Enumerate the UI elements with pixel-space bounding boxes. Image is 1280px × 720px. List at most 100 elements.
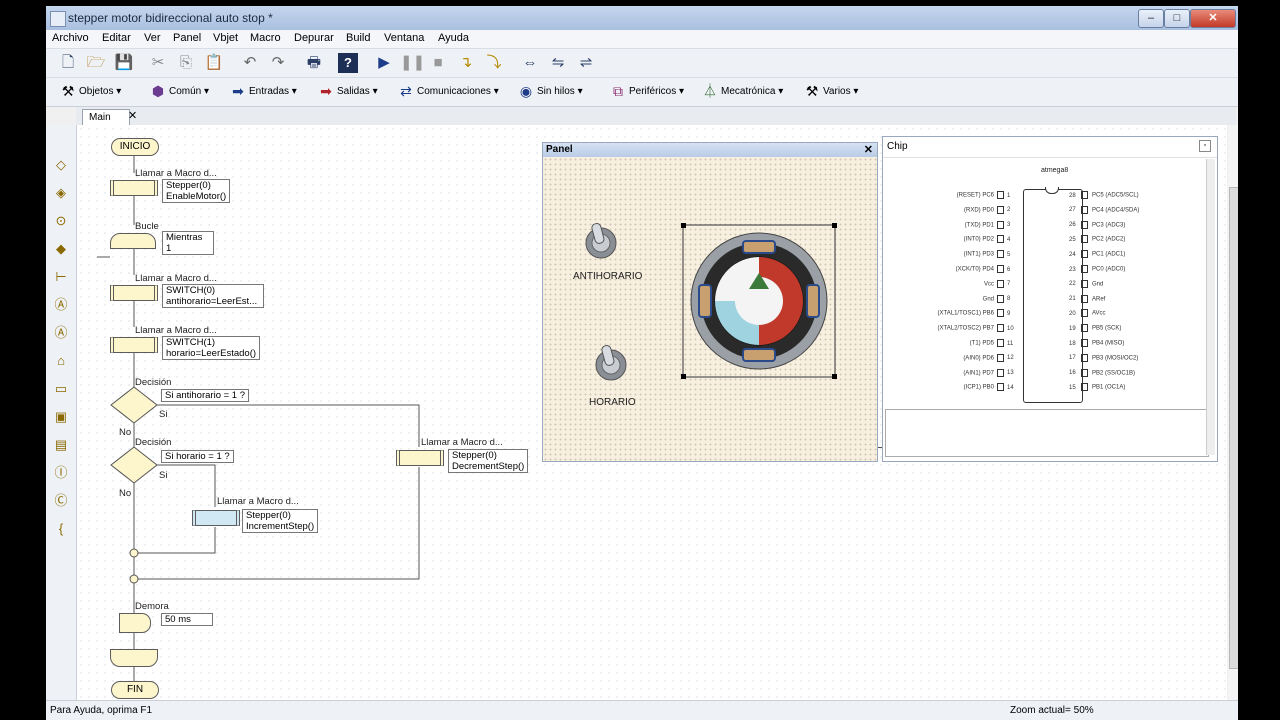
save-icon[interactable]: 💾 <box>114 53 134 73</box>
menu-depurar[interactable]: Depurar <box>294 32 334 44</box>
chip-pin-left[interactable]: (T1) PD5 11 <box>923 339 1019 347</box>
menu-ayuda[interactable]: Ayuda <box>438 32 469 44</box>
chip-pin-right[interactable]: 19 PB5 (SCK) <box>1069 324 1121 333</box>
chip-pin-left[interactable]: (TXD) PD1 3 <box>923 220 1019 229</box>
print-icon[interactable]: 🖶 <box>304 53 324 73</box>
chip-pin-box[interactable] <box>1081 220 1088 229</box>
chip-pin-right[interactable]: 21 ARef <box>1069 294 1105 303</box>
macro-call-icon[interactable]: ▭ <box>52 381 70 397</box>
comment-icon[interactable]: { <box>52 521 70 537</box>
macro1-block[interactable] <box>110 180 158 196</box>
input-icon[interactable]: ◇ <box>52 157 70 173</box>
compile-chip-icon[interactable]: ⇔ <box>520 53 540 73</box>
scroll-thumb[interactable] <box>1229 187 1238 669</box>
menu-archivo[interactable]: Archivo <box>52 32 89 44</box>
chip-pin-box[interactable] <box>1081 368 1088 377</box>
chip-pin-left[interactable]: Gnd 8 <box>923 294 1019 303</box>
chip-pin-box[interactable] <box>1081 235 1088 244</box>
interrupt-icon[interactable]: Ⓘ <box>52 465 70 481</box>
loop-icon[interactable]: ⌂ <box>52 353 70 369</box>
chip-pin-box[interactable] <box>1081 265 1088 273</box>
chip-pin-right[interactable]: 26 PC3 (ADC3) <box>1069 220 1125 229</box>
chip-pin-box[interactable] <box>1081 324 1088 333</box>
redo-icon[interactable]: ↷ <box>268 53 288 73</box>
compile-hex-icon[interactable]: ⇋ <box>548 53 568 73</box>
menu-ver[interactable]: Ver <box>144 32 161 44</box>
group-salidas[interactable]: ➡ Salidas ▾ <box>318 82 378 102</box>
menu-build[interactable]: Build <box>346 32 370 44</box>
chip-pin-right[interactable]: 27 PC4 (ADC4/SDA) <box>1069 205 1139 214</box>
program-icon[interactable]: ⇌ <box>576 53 596 73</box>
menu-ventana[interactable]: Ventana <box>384 32 424 44</box>
close-tab-icon[interactable]: ✕ <box>128 109 137 122</box>
chip-pin-box[interactable] <box>997 294 1004 303</box>
chip-pin-box[interactable] <box>997 368 1004 377</box>
new-file-icon[interactable]: 🗋 <box>58 53 78 73</box>
menu-vbjet[interactable]: Vbjet <box>213 32 238 44</box>
paste-icon[interactable]: 📋 <box>204 53 224 73</box>
goto-icon[interactable]: Ⓐ <box>52 325 70 341</box>
toggle-switch-icon[interactable] <box>581 219 621 263</box>
chip-pin-left[interactable]: (RXD) PD0 2 <box>923 205 1019 214</box>
chip-pin-box[interactable] <box>1081 353 1088 362</box>
macro3-block[interactable] <box>110 337 158 353</box>
chip-scrollbar[interactable] <box>1206 159 1215 455</box>
chip-pin-box[interactable] <box>997 309 1004 318</box>
chip-pin-left[interactable]: (XTAL2/TOSC2) PB7 10 <box>923 324 1019 333</box>
chip-pin-right[interactable]: 17 PB3 (MOSI/OC2) <box>1069 353 1138 362</box>
group-mecatronica[interactable]: ⏃ Mecatrónica ▾ <box>702 82 783 102</box>
connection-point-icon[interactable]: Ⓐ <box>52 297 70 313</box>
chip-pin-box[interactable] <box>1081 383 1088 392</box>
chip-pin-left[interactable]: (AIN0) PD6 12 <box>923 353 1019 362</box>
chip-pin-left[interactable]: (INT0) PD2 4 <box>923 235 1019 244</box>
macro2-block[interactable] <box>110 285 158 301</box>
stop-icon[interactable]: ■ <box>428 53 448 73</box>
chip-pin-box[interactable] <box>997 339 1004 347</box>
panel-body[interactable]: ANTIHORARIO HORARIO <box>543 157 877 461</box>
stepper-motor-icon[interactable] <box>681 223 837 379</box>
undo-icon[interactable]: ↶ <box>240 53 260 73</box>
output-icon[interactable]: ◈ <box>52 185 70 201</box>
end-loop-block[interactable] <box>110 649 158 667</box>
chip-pin-right[interactable]: 25 PC2 (ADC2) <box>1069 235 1125 244</box>
chip-pin-box[interactable] <box>1081 294 1088 303</box>
chip-pin-right[interactable]: 16 PB2 (SS/OC1B) <box>1069 368 1135 377</box>
chip-pin-box[interactable] <box>997 205 1004 214</box>
menu-macro[interactable]: Macro <box>250 32 281 44</box>
chip-pin-left[interactable]: (XCK/T0) PD4 6 <box>923 265 1019 273</box>
chip-maximize-icon[interactable]: ▫ <box>1199 140 1211 152</box>
group-entradas[interactable]: ➡ Entradas ▾ <box>230 82 297 102</box>
panel-close-icon[interactable]: ✕ <box>864 143 873 157</box>
chip-pin-box[interactable] <box>1081 339 1088 347</box>
code-icon[interactable]: Ⓒ <box>52 493 70 509</box>
chip-pin-box[interactable] <box>997 220 1004 229</box>
calculation-icon[interactable]: ▣ <box>52 409 70 425</box>
help-icon[interactable]: ? <box>338 53 358 73</box>
group-objetos[interactable]: ⚒ Objetos ▾ <box>60 82 122 102</box>
chip-pin-left[interactable]: (ICP1) PB0 14 <box>923 383 1019 392</box>
start-terminal[interactable]: INICIO <box>111 138 159 156</box>
chip-pin-right[interactable]: 23 PC0 (ADC0) <box>1069 265 1125 273</box>
menu-panel[interactable]: Panel <box>173 32 201 44</box>
chip-pin-box[interactable] <box>1081 250 1088 259</box>
group-varios[interactable]: ⚒ Varios ▾ <box>804 82 859 102</box>
macro5-block[interactable] <box>192 510 240 526</box>
chip-pin-left[interactable]: (AIN1) PD7 13 <box>923 368 1019 377</box>
chip-pin-box[interactable] <box>997 265 1004 273</box>
group-sin-hilos[interactable]: ◉ Sin hilos ▾ <box>518 82 583 102</box>
chip-pin-right[interactable]: 22 Gnd <box>1069 279 1103 288</box>
step-into-icon[interactable]: ↴ <box>456 53 476 73</box>
chip-pin-right[interactable]: 24 PC1 (ADC1) <box>1069 250 1125 259</box>
pause-icon[interactable]: ❚❚ <box>400 53 425 73</box>
tab-main[interactable]: Main <box>82 109 130 126</box>
decision-icon[interactable]: ◆ <box>52 241 70 257</box>
open-folder-icon[interactable]: 🗁 <box>86 53 106 73</box>
chip-pin-right[interactable]: 28 PC5 (ADC5/SCL) <box>1069 191 1139 199</box>
toggle-switch-icon[interactable] <box>591 341 631 385</box>
chip-pin-left[interactable]: (XTAL1/TOSC1) PB6 9 <box>923 309 1019 318</box>
switch-icon[interactable]: ⊢ <box>52 269 70 285</box>
chip-pin-right[interactable]: 15 PB1 (OC1A) <box>1069 383 1125 392</box>
chip-pin-box[interactable] <box>1081 205 1088 214</box>
chip-pin-left[interactable]: (RESET) PC6 1 <box>923 191 1019 199</box>
chip-pin-box[interactable] <box>997 279 1004 288</box>
